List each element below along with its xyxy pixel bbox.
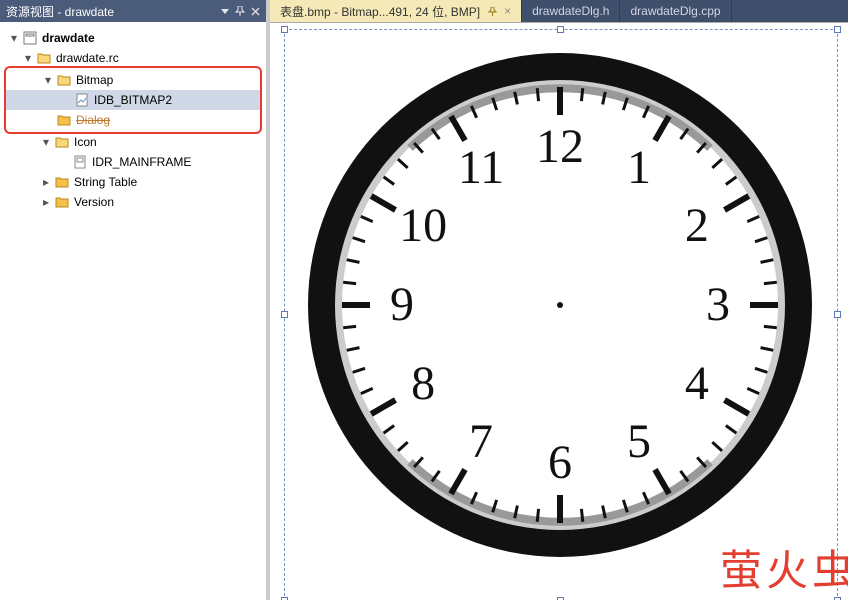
dropdown-icon[interactable] xyxy=(221,7,229,15)
tree-root-drawdate[interactable]: ▾ drawdate xyxy=(4,28,262,48)
collapse-icon[interactable]: ▸ xyxy=(40,195,52,209)
resize-handle[interactable] xyxy=(281,311,288,318)
svg-text:7: 7 xyxy=(469,415,493,468)
svg-text:10: 10 xyxy=(399,199,447,252)
resize-handle[interactable] xyxy=(834,311,841,318)
clock-image: 12 12 3 45 6 78 9 1011 xyxy=(300,45,820,565)
close-tab-icon[interactable]: × xyxy=(504,4,511,18)
tab-cpp-file[interactable]: drawdateDlg.cpp xyxy=(620,0,731,22)
svg-text:8: 8 xyxy=(411,357,435,410)
svg-text:1: 1 xyxy=(627,141,651,194)
panel-header: 资源视图 - drawdate xyxy=(0,0,266,22)
svg-text:11: 11 xyxy=(458,141,504,194)
svg-text:2: 2 xyxy=(685,199,709,252)
tree-node-icon[interactable]: ▾ Icon xyxy=(4,132,262,152)
bitmap-file-icon xyxy=(74,92,90,108)
svg-text:9: 9 xyxy=(390,278,414,331)
svg-text:12: 12 xyxy=(536,120,584,173)
tab-header-file[interactable]: drawdateDlg.h xyxy=(522,0,620,22)
tree-label: IDB_BITMAP2 xyxy=(94,93,172,107)
folder-icon xyxy=(54,194,70,210)
tab-label: drawdateDlg.cpp xyxy=(630,4,720,18)
resource-tree[interactable]: ▾ drawdate ▾ drawdate.rc ▾ Bitmap ▾ xyxy=(0,22,266,600)
tree-item-idb-bitmap2[interactable]: ▾ IDB_BITMAP2 xyxy=(6,90,260,110)
tree-label: drawdate xyxy=(42,31,95,45)
tree-label: Icon xyxy=(74,135,97,149)
svg-text:5: 5 xyxy=(627,415,651,468)
bitmap-canvas[interactable]: 121234567891011 萤火虫 xyxy=(270,22,848,600)
tree-label: String Table xyxy=(74,175,137,189)
project-icon xyxy=(22,30,38,46)
expand-icon[interactable]: ▾ xyxy=(22,51,34,65)
svg-text:4: 4 xyxy=(685,357,709,410)
pin-icon[interactable] xyxy=(235,6,245,16)
tree-node-dialog[interactable]: ▾ Dialog xyxy=(6,110,260,130)
tab-label: 表盘.bmp - Bitmap...491, 24 位, BMP] xyxy=(280,3,480,20)
folder-open-icon xyxy=(54,134,70,150)
resize-handle[interactable] xyxy=(281,26,288,33)
svg-text:6: 6 xyxy=(548,436,572,489)
tree-label: Version xyxy=(74,195,114,209)
expand-icon[interactable]: ▾ xyxy=(8,31,20,45)
pin-icon[interactable] xyxy=(486,5,498,17)
expand-icon[interactable]: ▾ xyxy=(42,73,54,87)
resize-handle[interactable] xyxy=(557,26,564,33)
tree-node-rc[interactable]: ▾ drawdate.rc xyxy=(4,48,262,68)
panel-title: 资源视图 - drawdate xyxy=(6,3,215,20)
close-icon[interactable] xyxy=(251,7,260,16)
tree-label: IDR_MAINFRAME xyxy=(92,155,191,169)
folder-icon xyxy=(54,174,70,190)
folder-open-icon xyxy=(36,50,52,66)
tree-node-bitmap[interactable]: ▾ Bitmap xyxy=(6,70,260,90)
tree-item-idr-mainframe[interactable]: ▾ IDR_MAINFRAME xyxy=(4,152,262,172)
tab-bitmap-active[interactable]: 表盘.bmp - Bitmap...491, 24 位, BMP] × xyxy=(270,0,522,22)
collapse-icon[interactable]: ▸ xyxy=(40,175,52,189)
editor-area: 表盘.bmp - Bitmap...491, 24 位, BMP] × draw… xyxy=(270,0,848,600)
svg-text:3: 3 xyxy=(706,278,730,331)
tree-label: drawdate.rc xyxy=(56,51,119,65)
document-tabbar: 表盘.bmp - Bitmap...491, 24 位, BMP] × draw… xyxy=(270,0,848,22)
expand-icon[interactable]: ▾ xyxy=(40,135,52,149)
tree-label: Dialog xyxy=(76,113,110,127)
folder-icon xyxy=(56,112,72,128)
tree-node-version[interactable]: ▸ Version xyxy=(4,192,262,212)
tab-label: drawdateDlg.h xyxy=(532,4,609,18)
highlight-annotation: ▾ Bitmap ▾ IDB_BITMAP2 ▾ Dialog xyxy=(4,66,262,134)
resource-file-icon xyxy=(72,154,88,170)
resize-handle[interactable] xyxy=(834,26,841,33)
tree-label: Bitmap xyxy=(76,73,113,87)
folder-open-icon xyxy=(56,72,72,88)
tree-node-stringtable[interactable]: ▸ String Table xyxy=(4,172,262,192)
resource-view-panel: 资源视图 - drawdate ▾ drawdate ▾ drawdate.rc xyxy=(0,0,270,600)
